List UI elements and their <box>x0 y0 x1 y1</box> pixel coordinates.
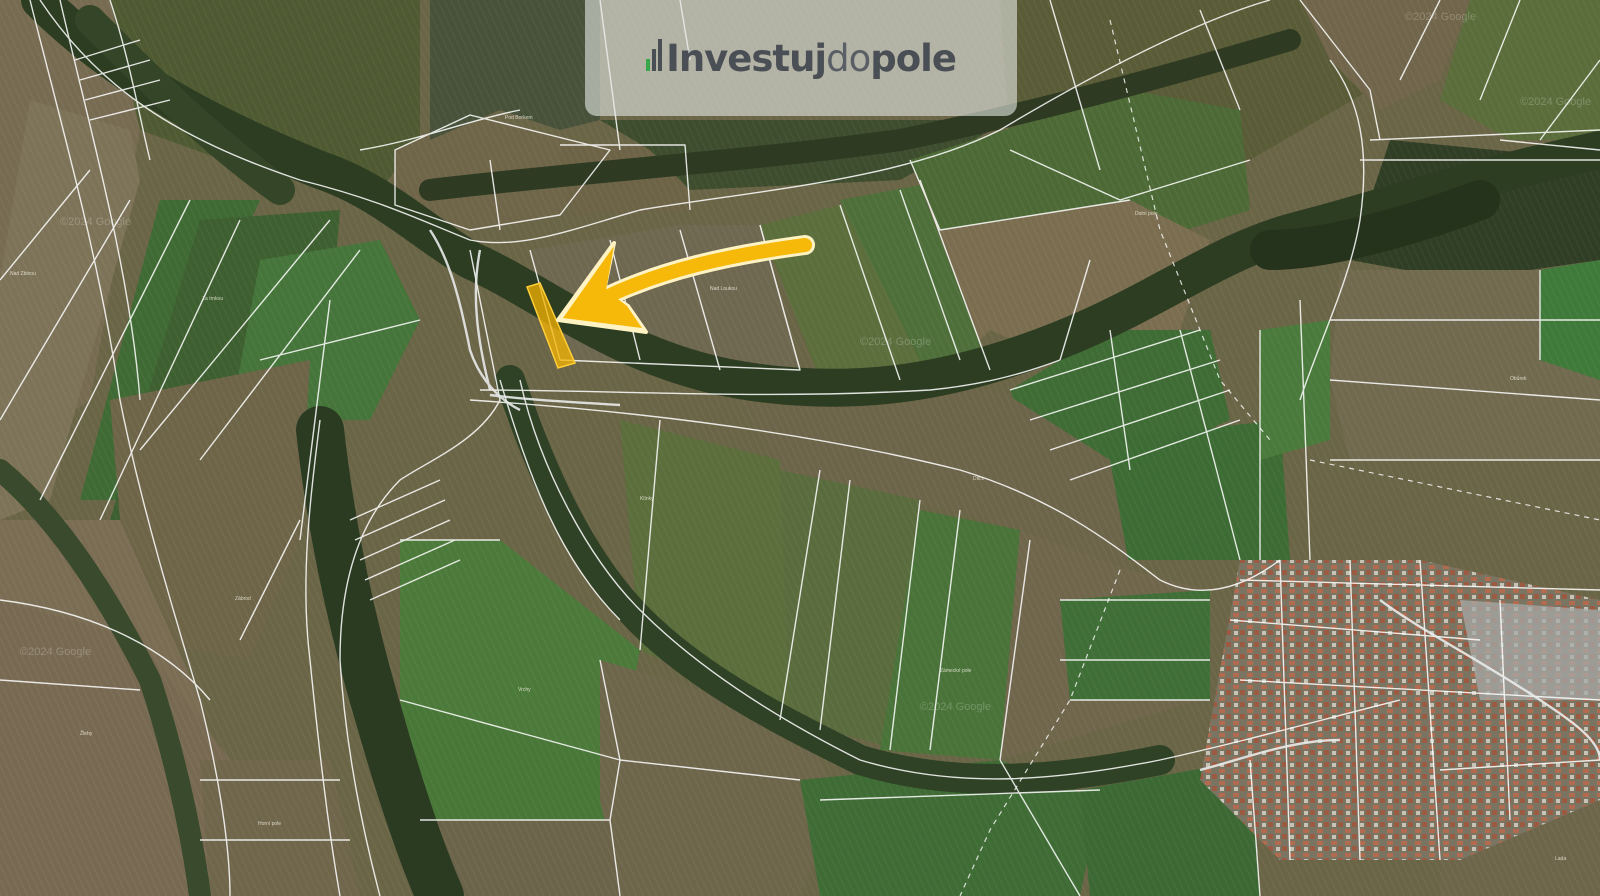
parcel-label: Lada <box>1555 856 1566 862</box>
parcel-label: Pod Borkem <box>505 115 533 121</box>
parcel-label: Žleby <box>80 729 93 737</box>
parcel-label: Nad Loukou <box>710 286 737 292</box>
watermark: ©2024 Google <box>860 336 931 348</box>
watermark: ©2024 Google <box>1405 11 1476 23</box>
village <box>1200 560 1600 860</box>
parcel-label: Dolní pole <box>1135 211 1158 217</box>
parcel-label: Za trnkou <box>202 296 223 302</box>
parcel-label: Zábrod <box>235 596 251 602</box>
parcel-label: Horní pole <box>258 821 281 827</box>
brand-logo[interactable]: Investuj do pole <box>646 36 957 80</box>
watermark: ©2024 Google <box>60 216 131 228</box>
parcel-label: Nad Zbinou <box>10 271 36 277</box>
logo-word-do: do <box>826 36 871 80</box>
logo-word-investuj: Investuj <box>666 36 827 80</box>
watermark: ©2024 Google <box>20 646 91 658</box>
parcel-label: Zámecké pole <box>940 668 972 674</box>
parcel-label: Obůrek <box>1510 375 1527 382</box>
parcel-label: Klínky <box>640 496 654 502</box>
watermark: ©2024 Google <box>920 701 991 713</box>
satellite-map[interactable]: Pod Borkem Nad Zbinou Za trnkou Zábrod N… <box>0 0 1600 896</box>
watermark: ©2024 Google <box>1520 96 1591 108</box>
parcel-label: Vrchy <box>518 687 531 693</box>
logo-bars-icon <box>646 38 663 71</box>
parcel-label: Dílce <box>973 476 985 482</box>
brand-logo-panel: Investuj do pole <box>585 0 1017 116</box>
logo-word-pole: pole <box>870 36 957 80</box>
